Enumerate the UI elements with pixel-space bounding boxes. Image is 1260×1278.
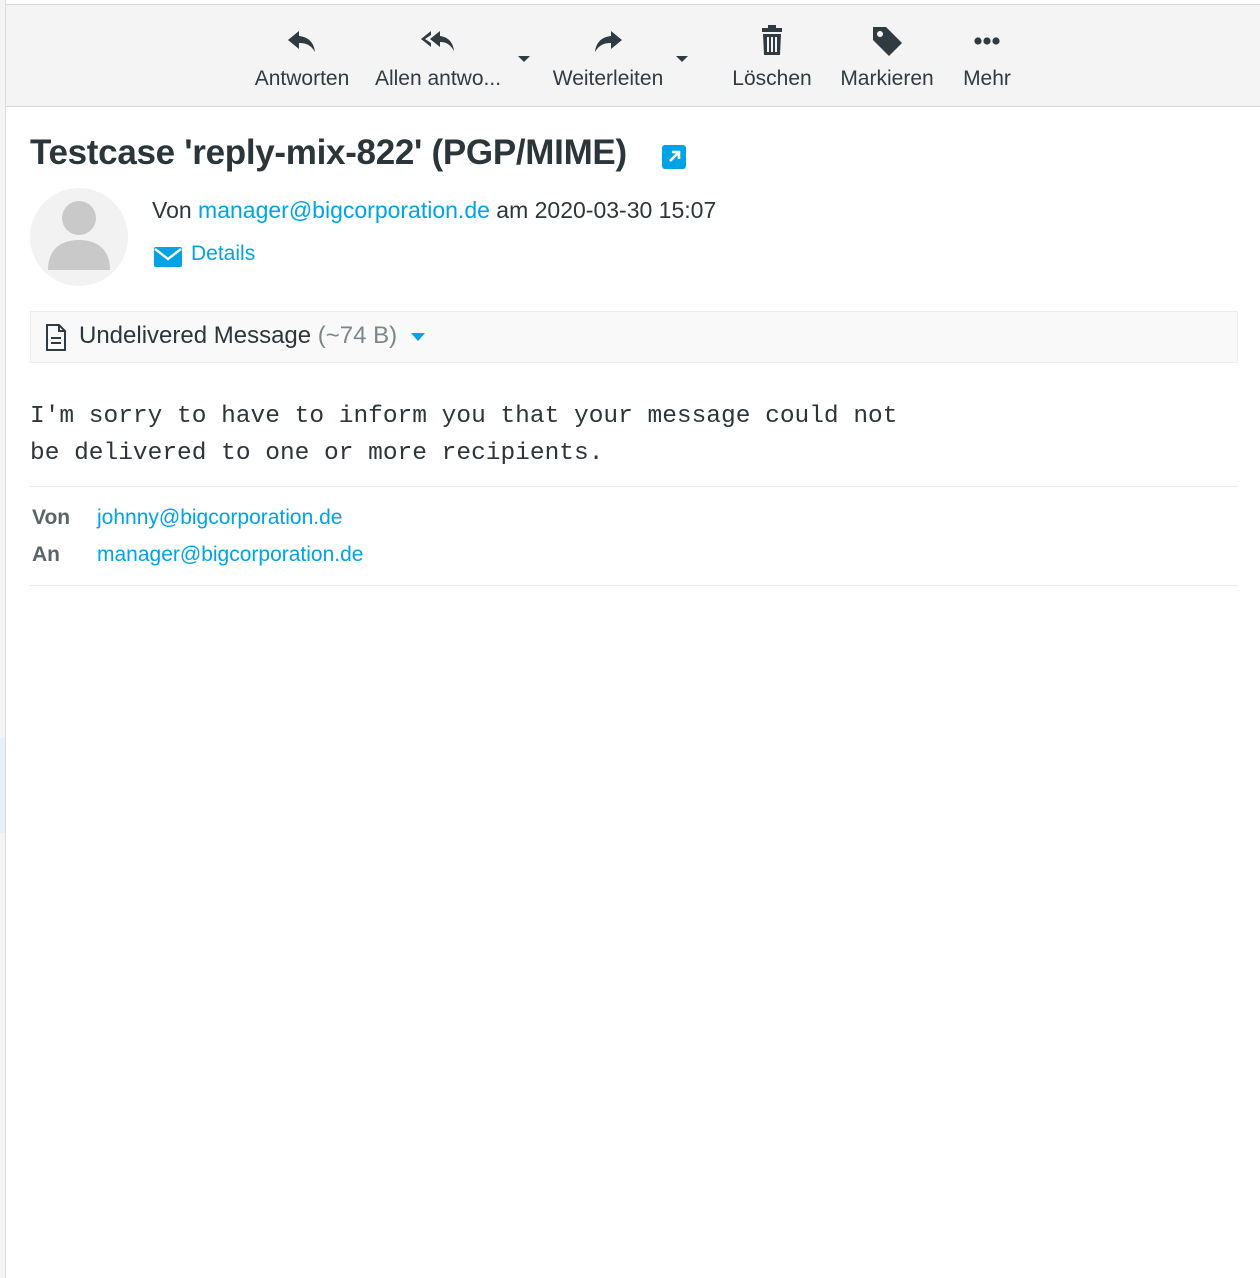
embedded-from-label: Von	[32, 506, 71, 529]
body-line-1: I'm sorry to have to inform you that you…	[30, 403, 898, 430]
reply-label: Antworten	[254, 67, 350, 90]
embedded-from-link[interactable]: johnny@bigcorporation.de	[97, 506, 342, 530]
body-line-2: be delivered to one or more recipients.	[30, 440, 604, 467]
from-prefix: Von	[152, 197, 192, 223]
sender-line: Von manager@bigcorporation.de am 2020-03…	[152, 197, 716, 224]
caret-down-icon[interactable]	[409, 331, 427, 343]
reply-all-icon	[421, 31, 454, 51]
more-label: Mehr	[963, 67, 1011, 90]
message-body: I'm sorry to have to inform you that you…	[30, 398, 897, 472]
tag-icon	[873, 27, 902, 56]
document-icon	[46, 324, 66, 351]
message-toolbar: Antworten Allen antwo... Weiterleiten Lö…	[6, 5, 1260, 107]
forward-menu-caret[interactable]	[674, 51, 690, 67]
mark-label: Markieren	[840, 67, 934, 90]
attachment-size: (~74 B)	[317, 322, 398, 349]
mark-button[interactable]: Markieren	[834, 5, 940, 106]
external-link-icon[interactable]	[661, 144, 687, 170]
divider	[30, 486, 1238, 487]
date-prefix: am	[496, 197, 529, 223]
delete-label: Löschen	[732, 67, 812, 90]
more-icon	[974, 37, 1000, 45]
envelope-icon	[154, 247, 182, 267]
embedded-to-label: An	[32, 543, 60, 566]
more-button[interactable]: Mehr	[952, 5, 1022, 106]
embedded-to-link[interactable]: manager@bigcorporation.de	[97, 543, 363, 567]
attachment-name: Undelivered Message	[79, 322, 312, 349]
left-pane-edge	[0, 0, 6, 1278]
reply-all-button[interactable]: Allen antwo...	[370, 5, 506, 106]
message-date: 2020-03-30 15:07	[534, 197, 717, 223]
forward-button[interactable]: Weiterleiten	[546, 5, 670, 106]
forward-icon	[595, 31, 622, 52]
sender-avatar	[30, 188, 128, 286]
attachment-bar: Undelivered Message (~74 B)	[30, 311, 1238, 363]
reply-all-label: Allen antwo...	[374, 67, 502, 90]
attachment-name-link[interactable]: Undelivered Message (~74 B)	[79, 322, 397, 350]
reply-icon	[288, 31, 315, 52]
message-subject: Testcase 'reply-mix-822' (PGP/MIME)	[30, 133, 627, 172]
divider	[30, 585, 1238, 586]
delete-button[interactable]: Löschen	[726, 5, 818, 106]
sender-address-link[interactable]: manager@bigcorporation.de	[198, 197, 490, 223]
left-pane-selection	[0, 738, 5, 833]
trash-icon	[762, 25, 782, 55]
reply-all-menu-caret[interactable]	[516, 51, 532, 67]
reply-button[interactable]: Antworten	[250, 5, 354, 106]
details-label: Details	[191, 242, 256, 265]
avatar-icon	[48, 201, 110, 270]
forward-label: Weiterleiten	[552, 67, 664, 90]
